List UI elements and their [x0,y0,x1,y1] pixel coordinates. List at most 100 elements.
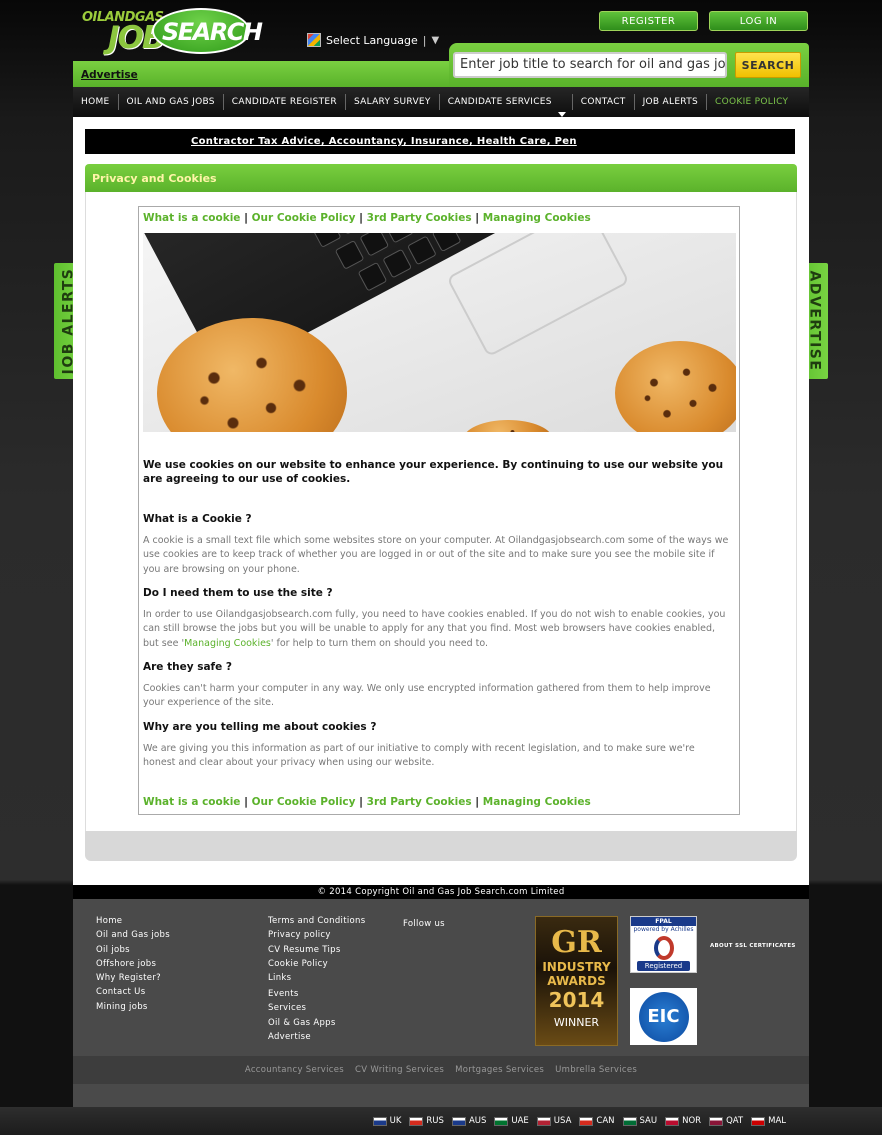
language-label: Select Language [326,33,418,47]
footer-link-mining-jobs[interactable]: Mining jobs [96,1002,170,1016]
fpal-title: FPAL [631,917,696,926]
footer-link-terms[interactable]: Terms and Conditions [268,916,365,930]
link-managing-cookies[interactable]: Managing Cookies [483,212,591,224]
google-translate-icon [307,33,321,47]
footer-link-advertise[interactable]: Advertise [268,1032,336,1046]
footer-links-column-3: Events Services Oil & Gas Apps Advertise [268,989,336,1046]
link-what-is-a-cookie[interactable]: What is a cookie [143,212,240,224]
link-what-is-a-cookie[interactable]: What is a cookie [143,796,240,808]
fpal-registered-badge[interactable]: FPAL powered by Achilles Registered [630,916,697,973]
footer-link-links[interactable]: Links [268,973,365,987]
nav-item-salary-survey[interactable]: SALARY SURVEY [344,94,439,110]
nav-item-oil-and-gas-jobs[interactable]: OIL AND GAS JOBS [117,94,223,110]
login-button[interactable]: LOG IN [709,11,808,31]
footer-link-why-register[interactable]: Why Register? [96,973,170,987]
fpal-logo-icon [653,936,674,960]
nav-item-cookie-policy[interactable]: COOKIE POLICY [706,94,796,110]
country-rus[interactable]: RUS [409,1116,444,1126]
language-selector[interactable]: Select Language | ▼ [307,33,439,47]
link-3rd-party-cookies[interactable]: 3rd Party Cookies [367,796,472,808]
section-heading: Why are you telling me about cookies ? [143,721,377,733]
country-uk[interactable]: UK [372,1116,401,1126]
ssl-certificates-link[interactable]: ABOUT SSL CERTIFICATES [710,943,796,949]
footer-links-column-1: Home Oil and Gas jobs Oil jobs Offshore … [96,916,170,1016]
country-aus[interactable]: AUS [451,1116,487,1126]
footer-service-cv-writing[interactable]: CV Writing Services [355,1065,444,1075]
chevron-down-icon: ▼ [431,34,440,46]
australia-flag-icon [451,1116,466,1126]
search-button[interactable]: SEARCH [735,52,801,78]
country-code: USA [553,1116,572,1126]
site-logo[interactable]: OILANDGAS JOB SEARCH [80,6,263,56]
footer-link-home[interactable]: Home [96,916,170,930]
eic-badge[interactable]: EIC [630,988,697,1045]
nav-item-candidate-register[interactable]: CANDIDATE REGISTER [222,94,345,110]
footer-link-services[interactable]: Services [268,1003,336,1017]
country-qat[interactable]: QAT [709,1116,743,1126]
footer-link-oil-and-gas-jobs[interactable]: Oil and Gas jobs [96,930,170,944]
award-line-1: INDUSTRY [542,960,611,974]
footer-link-offshore-jobs[interactable]: Offshore jobs [96,959,170,973]
country-usa[interactable]: USA [536,1116,572,1126]
link-separator: | [244,796,248,808]
cookies-laptop-image [143,233,736,432]
link-our-cookie-policy[interactable]: Our Cookie Policy [252,212,356,224]
footer-service-umbrella[interactable]: Umbrella Services [555,1065,637,1075]
section-text: A cookie is a small text file which some… [143,535,729,575]
footer-links-column-2: Terms and Conditions Privacy policy CV R… [268,916,365,987]
link-separator: | [475,796,480,808]
nav-item-job-alerts[interactable]: JOB ALERTS [633,94,706,110]
footer-link-cookie-policy[interactable]: Cookie Policy [268,959,365,973]
nav-item-candidate-services[interactable]: CANDIDATE SERVICES [438,94,572,117]
logo-search-text: SEARCH [162,18,263,46]
award-gr-text: GR [551,925,602,960]
footer-link-events[interactable]: Events [268,989,336,1003]
nav-item-home[interactable]: HOME [73,94,118,110]
section-text-part: ' for help to turn them on should you ne… [270,637,489,649]
country-can[interactable]: CAN [579,1116,615,1126]
country-code: MAL [768,1116,786,1126]
footer-service-accountancy[interactable]: Accountancy Services [245,1065,344,1075]
ticker-text[interactable]: Contractor Tax Advice, Accountancy, Insu… [191,136,577,147]
job-search-input[interactable]: Enter job title to search for oil and ga… [453,52,727,78]
award-winner: WINNER [553,1016,600,1029]
footer-link-contact-us[interactable]: Contact Us [96,987,170,1001]
laptop-touchpad-graphic [446,233,630,358]
nav-item-contact[interactable]: CONTACT [571,94,634,110]
footer-service-mortgages[interactable]: Mortgages Services [455,1065,544,1075]
page-links-top: What is a cookie | Our Cookie Policy | 3… [143,212,591,224]
section-heading: What is a Cookie ? [143,513,252,525]
country-code: NOR [682,1116,702,1126]
qatar-flag-icon [709,1116,724,1126]
country-code: AUS [468,1116,487,1126]
link-our-cookie-policy[interactable]: Our Cookie Policy [252,796,356,808]
country-code: CAN [596,1116,615,1126]
award-line-2: AWARDS [547,974,606,988]
register-button[interactable]: REGISTER [599,11,698,31]
managing-cookies-inline-link[interactable]: Managing Cookies [184,638,271,649]
footer-link-cv-resume-tips[interactable]: CV Resume Tips [268,945,365,959]
footer-link-oil-jobs[interactable]: Oil jobs [96,945,170,959]
malaysia-flag-icon [751,1116,766,1126]
country-uae[interactable]: UAE [494,1116,529,1126]
country-code: SAU [639,1116,658,1126]
page-links-bottom: What is a cookie | Our Cookie Policy | 3… [143,796,591,808]
link-3rd-party-cookies[interactable]: 3rd Party Cookies [367,212,472,224]
footer-link-apps[interactable]: Oil & Gas Apps [268,1018,336,1032]
country-sau[interactable]: SAU [622,1116,658,1126]
advertise-link[interactable]: Advertise [81,69,138,81]
uae-flag-icon [494,1116,509,1126]
link-managing-cookies[interactable]: Managing Cookies [483,796,591,808]
cookie-policy-box: What is a cookie | Our Cookie Policy | 3… [138,206,740,815]
industry-award-badge[interactable]: GR INDUSTRY AWARDS 2014 WINNER [535,916,618,1046]
section-text: In order to use Oilandgasjobsearch.com f… [143,608,729,651]
canada-flag-icon [579,1116,594,1126]
news-ticker[interactable]: Contractor Tax Advice, Accountancy, Insu… [85,129,795,154]
link-separator: | [359,212,363,224]
usa-flag-icon [536,1116,551,1126]
country-code: QAT [726,1116,744,1126]
country-mal[interactable]: MAL [751,1116,786,1126]
main-nav: HOME OIL AND GAS JOBS CANDIDATE REGISTER… [73,87,809,117]
country-nor[interactable]: NOR [665,1116,701,1126]
footer-link-privacy-policy[interactable]: Privacy policy [268,930,365,944]
